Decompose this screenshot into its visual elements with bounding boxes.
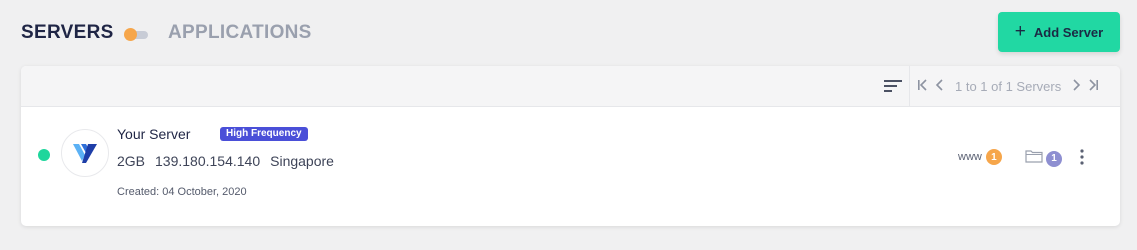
toolbar-divider [909,66,910,106]
add-server-label: Add Server [1033,24,1104,40]
page-header: SERVERS APPLICATIONS + Add Server [0,0,1137,66]
pagination: 1 to 1 of 1 Servers [913,66,1118,106]
server-badge: High Frequency [220,127,308,141]
more-options-icon[interactable] [1075,147,1089,167]
folder-icon [1025,149,1043,168]
toggle-knob [124,28,137,41]
chevron-right-icon[interactable] [1067,78,1085,94]
server-specs: 2GB 139.180.154.140 Singapore [117,153,334,169]
vultr-logo-icon [61,129,109,177]
list-toolbar: 1 to 1 of 1 Servers [21,66,1120,107]
plus-icon: + [1014,20,1026,42]
applications-tab-title[interactable]: APPLICATIONS [168,22,312,44]
pagination-text: 1 to 1 of 1 Servers [955,78,1062,94]
chevron-left-icon[interactable] [931,78,949,94]
www-apps-link[interactable]: www 1 [958,149,1002,165]
server-name[interactable]: Your Server [117,126,190,142]
servers-panel: 1 to 1 of 1 Servers Your Server High Fre… [21,66,1120,226]
www-label: www [958,151,982,163]
sort-lines-icon[interactable] [883,78,903,94]
last-page-icon[interactable] [1085,78,1103,94]
add-server-button[interactable]: + Add Server [998,12,1120,52]
servers-tab-title[interactable]: SERVERS [21,22,114,44]
server-row[interactable]: Your Server High Frequency 2GB 139.180.1… [21,107,1120,226]
folder-count-badge: 1 [1046,150,1062,167]
server-ip: 139.180.154.140 [155,153,261,169]
first-page-icon[interactable] [913,78,931,94]
status-dot [38,149,50,161]
view-toggle[interactable] [124,28,150,41]
folder-link[interactable]: 1 [1025,149,1062,168]
server-created-date: Created: 04 October, 2020 [117,186,247,198]
server-location: Singapore [270,153,334,169]
www-count-badge: 1 [985,149,1002,165]
server-size: 2GB [117,153,146,169]
